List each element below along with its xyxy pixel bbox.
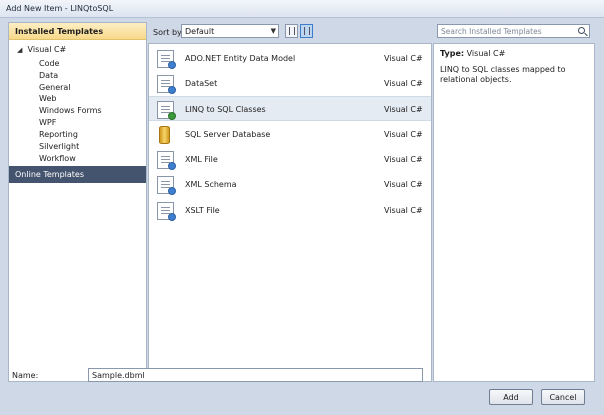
tree-item-web[interactable]: Web bbox=[39, 94, 56, 106]
xslt-file-icon bbox=[157, 202, 176, 221]
list-view-button[interactable] bbox=[285, 24, 298, 38]
template-info-pane: Type: Visual C# LINQ to SQL classes mapp… bbox=[433, 43, 595, 382]
template-name: XML Schema bbox=[185, 180, 237, 189]
sort-by-select[interactable]: Default ▼ bbox=[181, 24, 279, 38]
cancel-button[interactable]: Cancel bbox=[541, 389, 585, 405]
template-language: Visual C# bbox=[384, 105, 423, 114]
sort-toolbar: Sort by: Default ▼ bbox=[148, 22, 432, 42]
template-name: SQL Server Database bbox=[185, 130, 271, 139]
search-installed-templates-input[interactable]: Search Installed Templates bbox=[437, 24, 590, 38]
template-list: ADO.NET Entity Data Model Visual C# Data… bbox=[148, 43, 432, 382]
template-row-xslt-file[interactable]: XSLT File Visual C# bbox=[149, 198, 431, 223]
list-view-icon bbox=[289, 27, 295, 35]
window-title: Add New Item - LINQtoSQL bbox=[6, 4, 114, 13]
chevron-down-icon: ▼ bbox=[270, 27, 276, 35]
tree-item-workflow[interactable]: Workflow bbox=[39, 154, 76, 166]
template-categories-pane: Installed Templates ◢ Visual C# Code Dat… bbox=[8, 22, 147, 382]
tree-item-windows-forms[interactable]: Windows Forms bbox=[39, 106, 102, 118]
template-name: DataSet bbox=[185, 79, 218, 88]
template-language: Visual C# bbox=[384, 79, 423, 88]
template-name: LINQ to SQL Classes bbox=[185, 105, 266, 114]
installed-templates-header[interactable]: Installed Templates bbox=[9, 23, 146, 40]
template-row-xml-schema[interactable]: XML Schema Visual C# bbox=[149, 172, 431, 197]
template-name: ADO.NET Entity Data Model bbox=[185, 54, 296, 63]
template-language: Visual C# bbox=[384, 130, 423, 139]
details-view-button[interactable] bbox=[300, 24, 313, 38]
template-language: Visual C# bbox=[384, 206, 423, 215]
tree-item-code[interactable]: Code bbox=[39, 59, 59, 71]
tree-node-label: Visual C# bbox=[27, 45, 67, 54]
template-row-xml-file[interactable]: XML File Visual C# bbox=[149, 147, 431, 172]
template-row-sql-server-database[interactable]: SQL Server Database Visual C# bbox=[149, 122, 431, 147]
dialog-body: Installed Templates ◢ Visual C# Code Dat… bbox=[0, 18, 604, 415]
sort-by-value: Default bbox=[185, 27, 215, 36]
search-placeholder: Search Installed Templates bbox=[441, 27, 542, 36]
linq-to-sql-icon bbox=[157, 101, 176, 120]
search-icon[interactable] bbox=[578, 27, 585, 34]
sort-by-label: Sort by: bbox=[153, 28, 184, 37]
template-language: Visual C# bbox=[384, 54, 423, 63]
template-language: Visual C# bbox=[384, 180, 423, 189]
tree-item-data[interactable]: Data bbox=[39, 71, 58, 83]
tree-item-reporting[interactable]: Reporting bbox=[39, 130, 78, 142]
tree-item-silverlight[interactable]: Silverlight bbox=[39, 142, 79, 154]
details-view-icon bbox=[304, 27, 310, 35]
type-line: Type: Visual C# bbox=[440, 49, 588, 58]
template-row-dataset[interactable]: DataSet Visual C# bbox=[149, 71, 431, 96]
entity-model-icon bbox=[157, 50, 176, 69]
template-name: XSLT File bbox=[185, 206, 220, 215]
template-name: XML File bbox=[185, 155, 218, 164]
xml-file-icon bbox=[157, 151, 176, 170]
name-input[interactable]: Sample.dbml bbox=[88, 368, 423, 382]
dataset-icon bbox=[157, 75, 176, 94]
xml-schema-icon bbox=[157, 176, 176, 195]
tree-item-wpf[interactable]: WPF bbox=[39, 118, 56, 130]
template-row-linq-to-sql-classes[interactable]: LINQ to SQL Classes Visual C# bbox=[149, 96, 431, 121]
add-button[interactable]: Add bbox=[489, 389, 533, 405]
template-row-ado-net-entity-data-model[interactable]: ADO.NET Entity Data Model Visual C# bbox=[149, 46, 431, 71]
type-value: Visual C# bbox=[466, 49, 506, 58]
template-description: LINQ to SQL classes mapped to relational… bbox=[440, 65, 566, 84]
online-templates-item[interactable]: Online Templates bbox=[9, 166, 146, 183]
name-label: Name: bbox=[12, 371, 39, 380]
expand-arrow-icon[interactable]: ◢ bbox=[17, 46, 25, 54]
template-language: Visual C# bbox=[384, 155, 423, 164]
title-bar: Add New Item - LINQtoSQL bbox=[0, 0, 604, 18]
name-row: Name: Sample.dbml bbox=[0, 368, 604, 384]
tree-node-visual-csharp[interactable]: ◢ Visual C# bbox=[9, 43, 146, 57]
database-icon bbox=[159, 126, 170, 144]
type-label: Type: bbox=[440, 49, 465, 58]
